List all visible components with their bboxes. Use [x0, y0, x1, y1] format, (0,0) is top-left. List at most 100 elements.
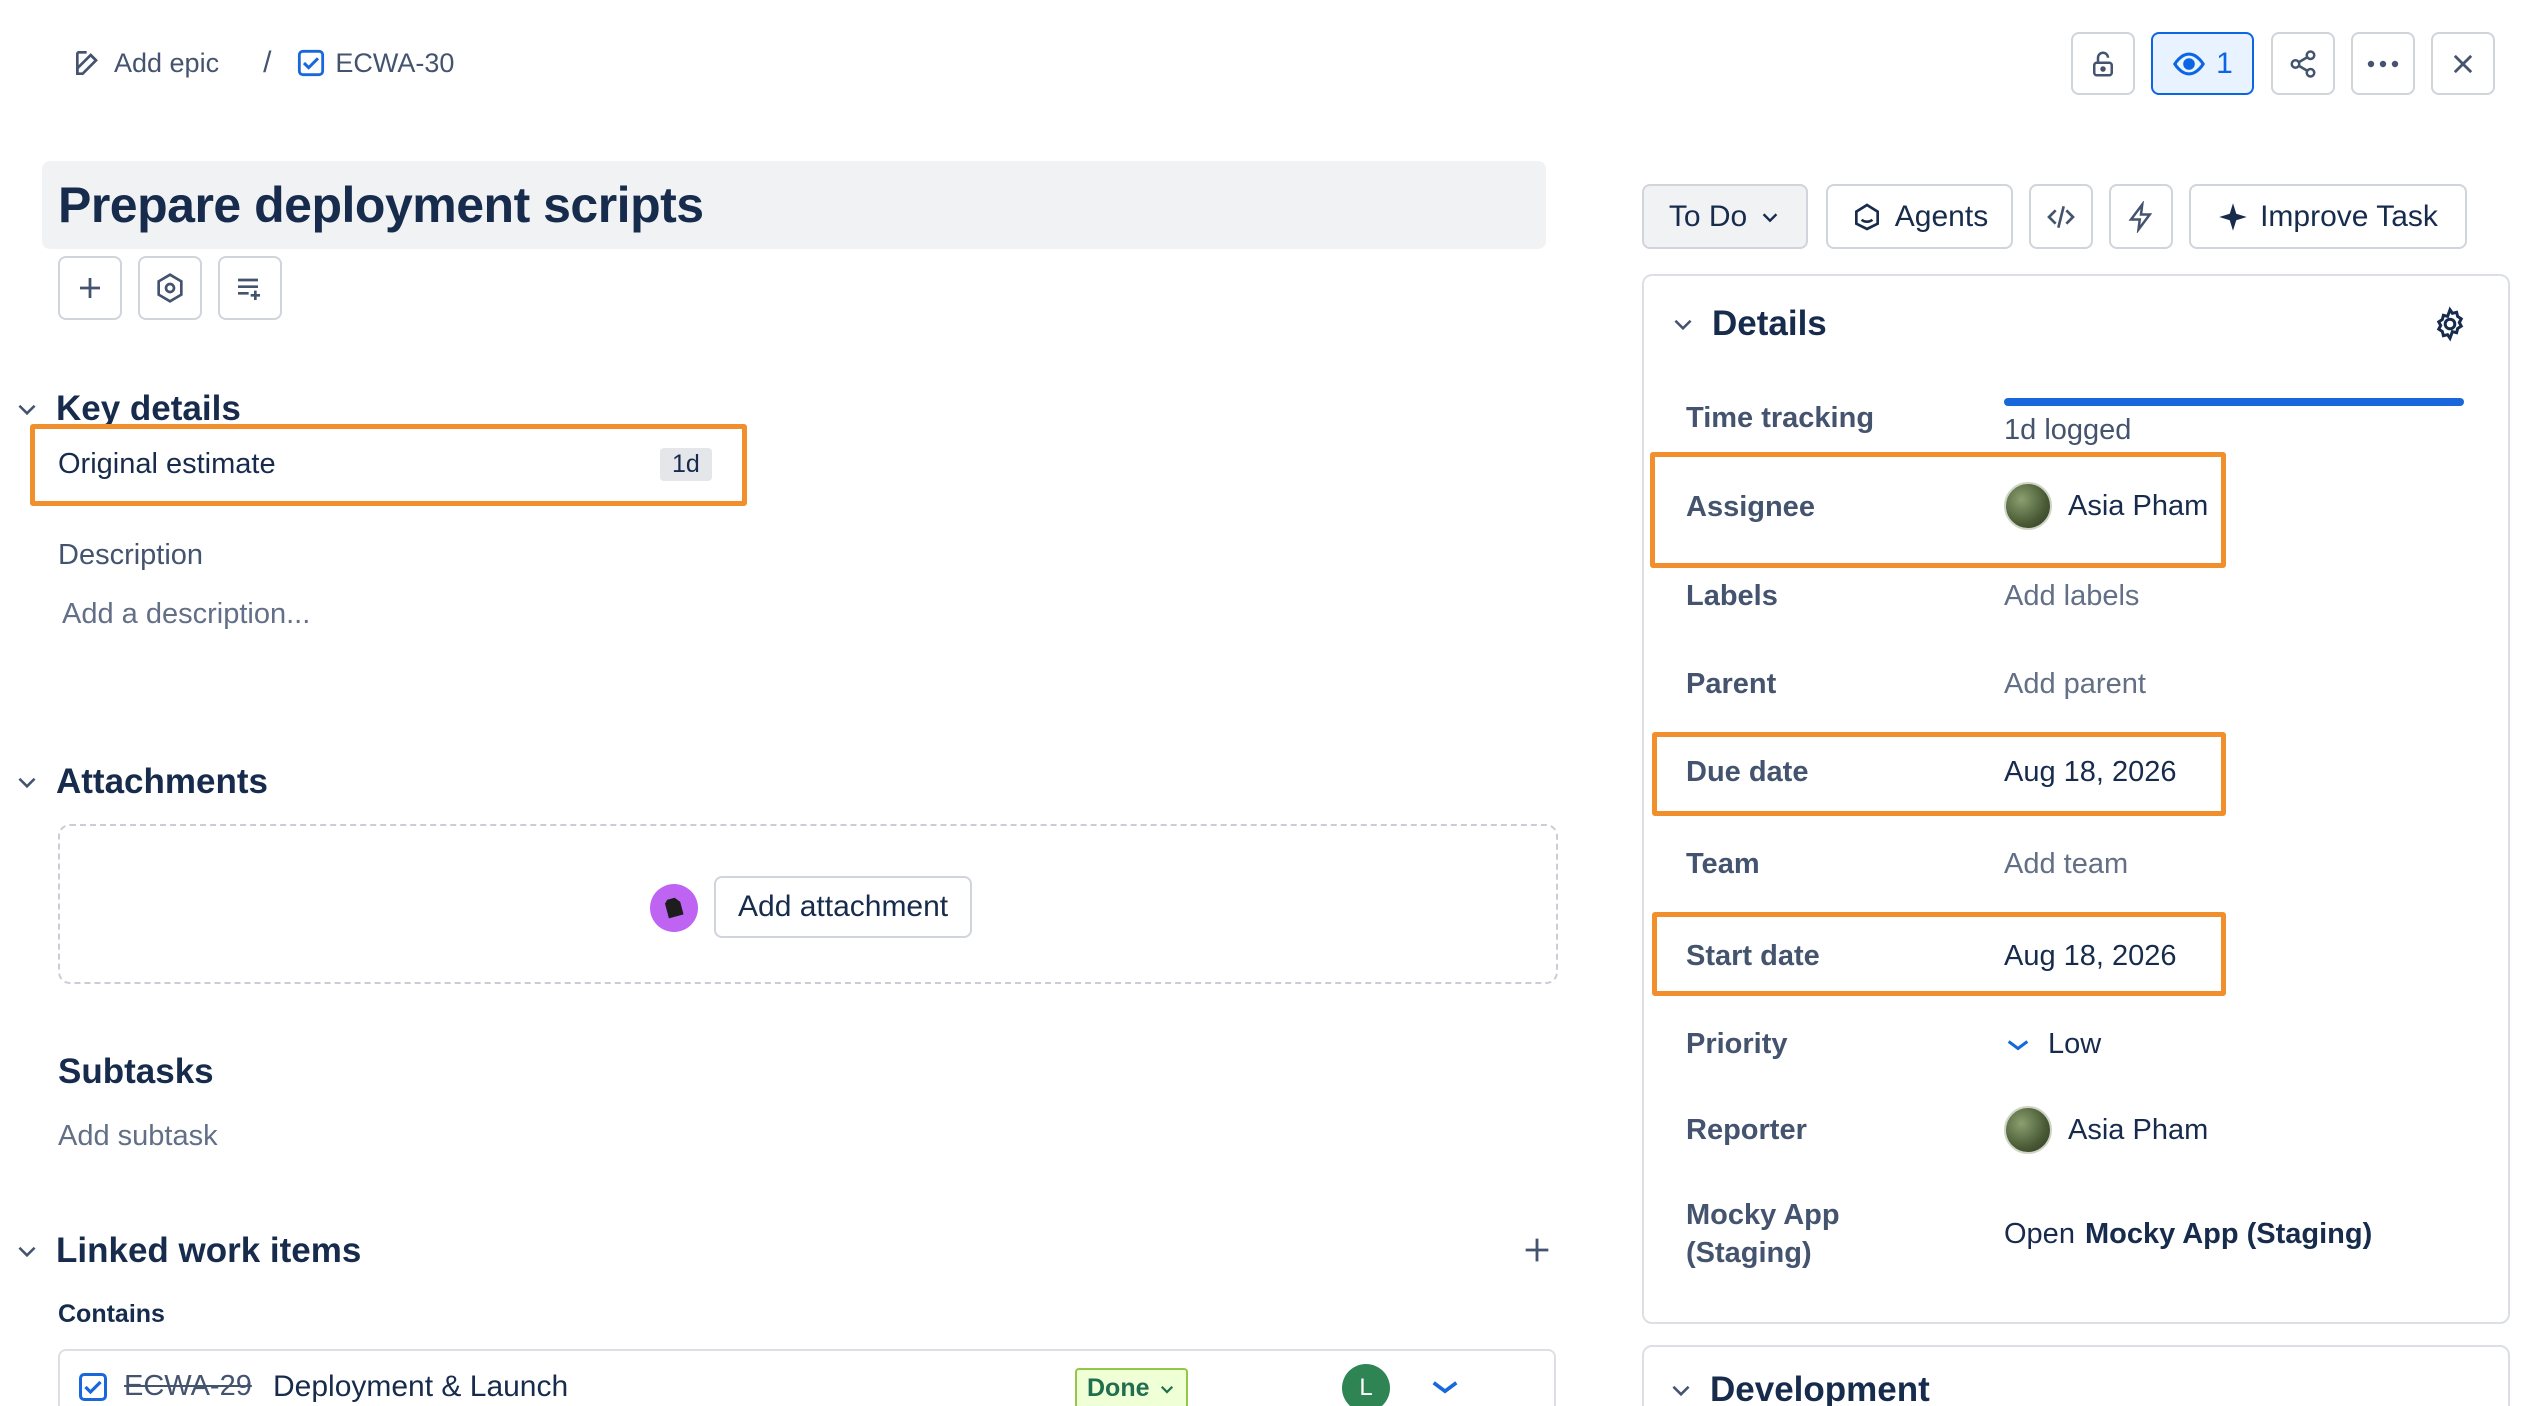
breadcrumb: Add epic / ECWA-30	[72, 46, 454, 80]
priority-value: Low	[2048, 1028, 2102, 1060]
plus-icon	[75, 273, 105, 303]
key-details-header[interactable]: Key details	[14, 389, 241, 429]
details-heading: Details	[1712, 304, 1827, 343]
issue-key-link[interactable]: ECWA-30	[335, 48, 454, 79]
page-title: Prepare deployment scripts	[58, 177, 704, 233]
development-header[interactable]: Development	[1668, 1370, 1930, 1406]
labels-field[interactable]: Add labels	[2004, 580, 2139, 613]
list-add-icon	[234, 272, 266, 304]
contains-label: Contains	[58, 1300, 165, 1328]
add-epic-link[interactable]: Add epic	[114, 48, 219, 79]
improve-task-label: Improve Task	[2260, 199, 2438, 233]
reporter-label: Reporter	[1686, 1114, 1807, 1146]
mocky-app-label-line2: (Staging)	[1686, 1237, 1812, 1269]
description-label: Description	[58, 539, 204, 571]
team-label: Team	[1686, 848, 1760, 880]
mocky-app-label-line1: Mocky App	[1686, 1199, 1840, 1231]
mocky-app-label: Mocky App (Staging)	[1686, 1196, 1840, 1272]
improve-task-button[interactable]: Improve Task	[2189, 184, 2467, 249]
subtasks-heading: Subtasks	[58, 1052, 214, 1091]
avatar	[2004, 1106, 2052, 1154]
task-checkbox-icon	[78, 1372, 108, 1402]
plus-icon	[1520, 1233, 1554, 1267]
attachments-header[interactable]: Attachments	[14, 762, 268, 802]
time-tracking-bar-fill	[2004, 398, 2464, 406]
agent-icon	[1851, 201, 1883, 233]
attachments-heading: Attachments	[56, 762, 268, 801]
chevron-down-icon	[14, 1238, 40, 1264]
agents-label: Agents	[1894, 199, 1989, 233]
breadcrumb-separator: /	[263, 46, 272, 79]
details-header[interactable]: Details	[1670, 304, 1827, 344]
code-icon	[2045, 201, 2077, 233]
chevron-down-icon	[14, 396, 40, 422]
priority-label: Priority	[1686, 1028, 1788, 1060]
mocky-app-field[interactable]: Open Mocky App (Staging)	[2004, 1218, 2372, 1251]
priority-low-icon	[2004, 1034, 2032, 1056]
highlight-start-date	[1652, 912, 2226, 996]
edit-icon	[72, 47, 104, 79]
agents-button[interactable]: Agents	[1826, 184, 2013, 249]
status-dropdown[interactable]: To Do	[1642, 184, 1808, 249]
attachment-icon	[650, 884, 698, 932]
priority-field[interactable]: Low	[2004, 1028, 2101, 1061]
hexagon-icon	[154, 272, 186, 304]
description-input[interactable]: Add a description...	[62, 598, 310, 631]
team-field[interactable]: Add team	[2004, 848, 2128, 881]
time-tracking-label: Time tracking	[1686, 402, 1875, 434]
time-tracking-value: 1d logged	[2004, 414, 2132, 446]
parent-field[interactable]: Add parent	[2004, 668, 2146, 701]
task-checkbox-icon	[297, 49, 325, 77]
chevron-down-icon	[1668, 1377, 1694, 1403]
highlight-assignee	[1650, 452, 2226, 568]
time-tracking-bar[interactable]	[2004, 398, 2464, 406]
highlight-due-date	[1652, 732, 2226, 816]
code-button[interactable]	[2029, 184, 2093, 249]
chevron-down-icon	[1158, 1380, 1176, 1398]
chevron-down-icon	[1759, 206, 1781, 228]
chevron-down-icon	[1670, 311, 1696, 337]
gear-icon	[2432, 306, 2468, 342]
lightning-icon	[2126, 200, 2156, 233]
chevron-down-icon	[14, 769, 40, 795]
watch-button[interactable]: 1	[2151, 32, 2254, 95]
apps-button[interactable]	[138, 256, 202, 320]
avatar: L	[1342, 1364, 1390, 1406]
linked-item-key[interactable]: ECWA-29	[124, 1370, 252, 1403]
mocky-app-link[interactable]: Mocky App (Staging)	[2085, 1218, 2372, 1251]
parent-label: Parent	[1686, 668, 1777, 700]
close-button[interactable]	[2431, 32, 2495, 95]
watch-count: 1	[2216, 46, 2233, 80]
sparkle-icon	[2218, 202, 2248, 232]
add-link-button[interactable]	[1520, 1233, 1554, 1267]
key-details-heading: Key details	[56, 389, 241, 428]
add-attachment-button[interactable]: Add attachment	[714, 876, 973, 938]
linked-work-items-heading: Linked work items	[56, 1231, 362, 1270]
add-subtask-button[interactable]: Add subtask	[58, 1120, 218, 1153]
mocky-app-prefix: Open	[2004, 1218, 2075, 1250]
status-badge[interactable]: Done	[1075, 1368, 1188, 1406]
labels-label: Labels	[1686, 580, 1778, 612]
reporter-value: Asia Pham	[2068, 1113, 2209, 1146]
reporter-field[interactable]: Asia Pham	[2004, 1106, 2208, 1154]
share-button[interactable]	[2271, 32, 2335, 95]
details-settings-button[interactable]	[2432, 306, 2468, 342]
more-actions-button[interactable]	[2351, 32, 2415, 95]
linked-work-items-header[interactable]: Linked work items	[14, 1231, 361, 1271]
unlock-icon	[2088, 49, 2118, 79]
add-list-button[interactable]	[218, 256, 282, 320]
status-badge-label: Done	[1087, 1374, 1150, 1402]
development-heading: Development	[1710, 1370, 1930, 1406]
add-button[interactable]	[58, 256, 122, 320]
more-icon	[2366, 59, 2400, 69]
status-label: To Do	[1668, 199, 1748, 233]
priority-low-icon	[1428, 1374, 1462, 1400]
highlight-original-estimate	[30, 424, 747, 506]
linked-item-summary[interactable]: Deployment & Launch	[273, 1370, 568, 1404]
summary-field[interactable]: Prepare deployment scripts	[42, 161, 1546, 249]
eye-icon	[2172, 47, 2206, 81]
automation-button[interactable]	[2109, 184, 2173, 249]
share-icon	[2288, 49, 2318, 79]
close-icon	[2449, 50, 2477, 78]
lock-button[interactable]	[2071, 32, 2135, 95]
